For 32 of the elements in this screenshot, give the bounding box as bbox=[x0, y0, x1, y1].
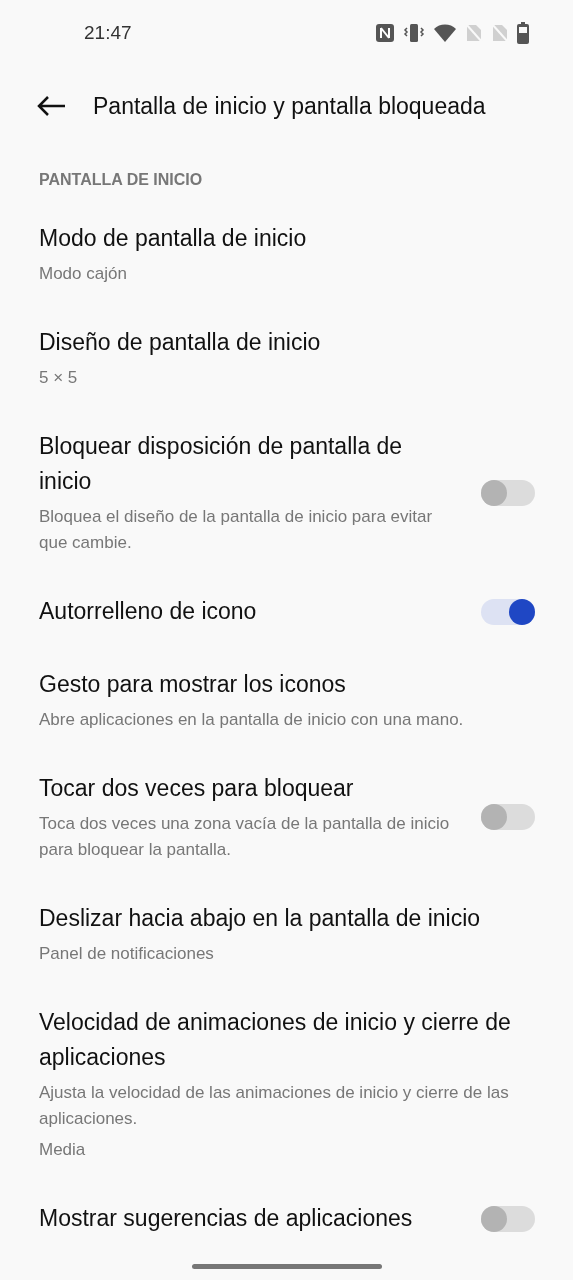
toggle-switch[interactable] bbox=[481, 1205, 535, 1232]
setting-description: Abre aplicaciones en la pantalla de inicio con una mano. bbox=[39, 709, 465, 731]
no-sim-icon bbox=[491, 23, 509, 43]
setting-title: Velocidad de animaciones de inicio y cierre de aplicaciones bbox=[39, 1008, 512, 1072]
setting-description: 5 × 5 bbox=[39, 367, 79, 389]
battery-icon bbox=[517, 22, 529, 44]
setting-description: Panel de notificaciones bbox=[39, 943, 215, 965]
setting-title: Gesto para mostrar los iconos bbox=[39, 670, 347, 699]
setting-title: Diseño de pantalla de inicio bbox=[39, 328, 322, 357]
setting-title: Autorrelleno de icono bbox=[39, 597, 258, 626]
no-sim-icon bbox=[465, 23, 483, 43]
setting-description: Bloquea el diseño de la pantalla de inicio para evitar que cambie. bbox=[39, 506, 434, 554]
setting-title: Mostrar sugerencias de aplicaciones bbox=[39, 1204, 414, 1233]
home-indicator[interactable] bbox=[192, 1264, 382, 1269]
page-title: Pantalla de inicio y pantalla bloqueada bbox=[93, 91, 486, 121]
toggle-switch[interactable] bbox=[481, 804, 535, 830]
section-header: PANTALLA DE INICIO bbox=[38, 170, 204, 190]
setting-value: Media bbox=[39, 1139, 87, 1161]
toggle-switch[interactable] bbox=[481, 598, 535, 625]
setting-title: Tocar dos veces para bloquear bbox=[39, 774, 355, 803]
toggle-switch[interactable] bbox=[481, 479, 535, 506]
vibrate-icon bbox=[403, 23, 425, 43]
nfc-icon bbox=[375, 23, 395, 43]
setting-title: Bloquear disposición de pantalla de inicio bbox=[39, 432, 404, 496]
setting-description: Toca dos veces una zona vacía de la pantalla de inicio para bloquear la pantalla. bbox=[39, 813, 451, 861]
setting-description: Modo cajón bbox=[39, 263, 128, 285]
wifi-icon bbox=[433, 23, 457, 43]
back-arrow-icon bbox=[36, 95, 66, 117]
setting-title: Deslizar hacia abajo en la pantalla de inicio bbox=[39, 904, 482, 933]
status-time: 21:47 bbox=[84, 20, 132, 45]
setting-description: Ajusta la velocidad de las animaciones de inicio y cierre de las aplicaciones. bbox=[39, 1082, 510, 1130]
setting-title: Modo de pantalla de inicio bbox=[39, 224, 308, 253]
